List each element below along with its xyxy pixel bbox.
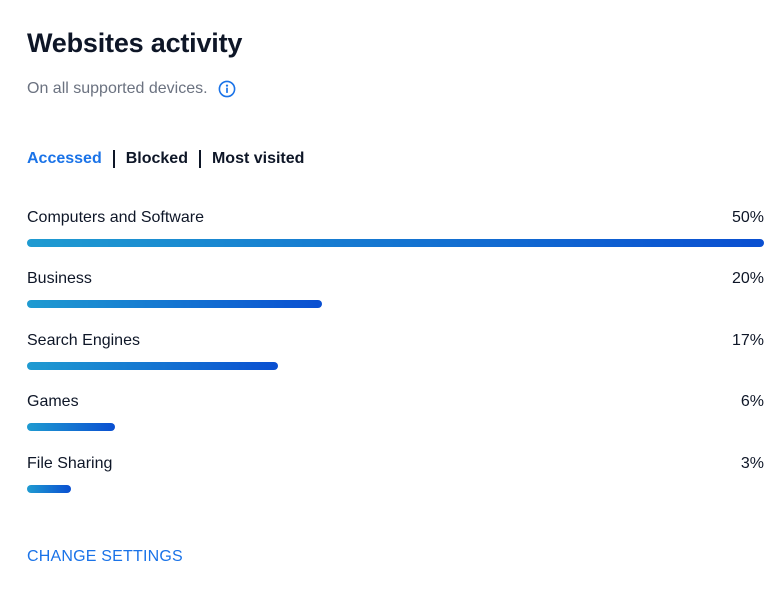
tab-most-visited[interactable]: Most visited	[212, 150, 304, 168]
category-row: File Sharing 3%	[27, 455, 764, 505]
change-settings-link[interactable]: CHANGE SETTINGS	[27, 548, 183, 566]
category-percent: 50%	[731, 209, 764, 226]
category-percent: 20%	[731, 270, 764, 287]
category-row: Computers and Software 50%	[27, 209, 764, 259]
category-label: Search Engines	[27, 332, 140, 349]
category-percent: 17%	[731, 332, 764, 349]
category-bar	[27, 485, 71, 493]
category-percent: 6%	[740, 393, 764, 410]
category-bar	[27, 362, 278, 370]
subtitle: On all supported devices.	[27, 80, 208, 97]
category-bar	[27, 300, 322, 308]
tab-accessed[interactable]: Accessed	[27, 150, 102, 168]
activity-tabs: Accessed Blocked Most visited	[27, 148, 304, 170]
category-label: File Sharing	[27, 455, 113, 472]
category-bar	[27, 239, 764, 247]
tab-divider	[198, 150, 201, 168]
tab-blocked[interactable]: Blocked	[126, 150, 188, 168]
websites-activity-panel: Websites activity On all supported devic…	[27, 0, 764, 597]
category-percent: 3%	[740, 455, 764, 472]
page-title: Websites activity	[27, 28, 243, 58]
tab-divider	[112, 150, 115, 168]
category-label: Computers and Software	[27, 209, 204, 226]
category-row: Games 6%	[27, 393, 764, 443]
category-label: Games	[27, 393, 79, 410]
category-row: Search Engines 17%	[27, 332, 764, 382]
category-label: Business	[27, 270, 92, 287]
category-row: Business 20%	[27, 270, 764, 320]
subtitle-row: On all supported devices.	[27, 78, 236, 100]
info-icon[interactable]	[218, 80, 236, 98]
category-bar	[27, 423, 115, 431]
